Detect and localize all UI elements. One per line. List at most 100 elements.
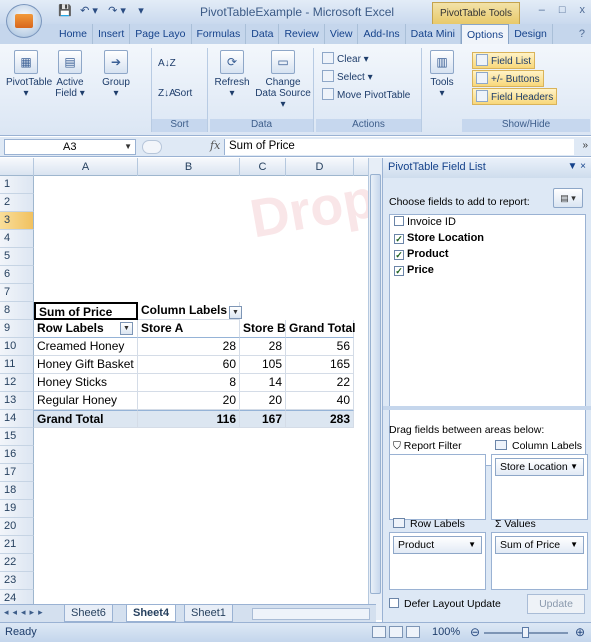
worksheet-grid[interactable]: A B C D 1 2 3 4 5 6 7 8 9 10 11 12 13 14 15 16 17 18 19 20 2… xyxy=(0,158,376,604)
tab-options[interactable]: Options xyxy=(461,24,510,44)
row-header-16[interactable]: 16 xyxy=(0,446,34,464)
buttons-toggle[interactable]: +/- Buttons xyxy=(472,70,544,87)
cell-b3[interactable]: Column Labels ▼ xyxy=(138,302,243,320)
cell-a4[interactable]: Row Labels ▼ xyxy=(34,320,138,338)
minimize-button[interactable]: – xyxy=(539,4,545,16)
row-field-chip[interactable]: Product ▼ xyxy=(393,536,482,554)
tab-insert[interactable]: Insert xyxy=(93,24,131,44)
chip-dropdown-icon[interactable]: ▼ xyxy=(570,459,578,475)
scrollbar-thumb[interactable] xyxy=(370,174,381,594)
row-header-1[interactable]: 1 xyxy=(0,176,34,194)
row-label-cell[interactable]: Creamed Honey xyxy=(34,338,138,356)
grand-total-store-b[interactable]: 167 xyxy=(240,410,286,428)
group-button[interactable]: ➔ Group ▾ xyxy=(96,50,136,99)
row-header-21[interactable]: 21 xyxy=(0,536,34,554)
select-all-corner[interactable] xyxy=(0,158,34,176)
value-cell[interactable]: 165 xyxy=(286,356,354,374)
cell-b4[interactable]: Store A xyxy=(138,320,240,338)
tab-data[interactable]: Data xyxy=(246,24,280,44)
pane-close-icon[interactable]: ▼ × xyxy=(567,161,586,172)
normal-view-icon[interactable] xyxy=(372,626,386,638)
field-item[interactable]: ✓ Price xyxy=(390,263,585,279)
sheet-tab-sheet6[interactable]: Sheet6 xyxy=(64,605,113,622)
row-header-18[interactable]: 18 xyxy=(0,482,34,500)
sort-asc-button[interactable]: A↓Z xyxy=(158,58,176,69)
value-cell[interactable]: 105 xyxy=(240,356,286,374)
row-header-7[interactable]: 7 xyxy=(0,284,34,302)
tab-design[interactable]: Design xyxy=(509,24,553,44)
row-header-22[interactable]: 22 xyxy=(0,554,34,572)
horizontal-scrollbar[interactable] xyxy=(252,608,370,620)
office-button[interactable] xyxy=(6,4,42,38)
field-list-toggle[interactable]: Field List xyxy=(472,52,536,69)
update-button[interactable]: Update xyxy=(527,594,585,614)
report-filter-area[interactable] xyxy=(389,454,486,520)
value-cell[interactable]: 28 xyxy=(138,338,240,356)
move-pivottable-button[interactable]: Move PivotTable xyxy=(322,88,410,101)
sheet-nav-buttons[interactable]: ◂◂◂▸▸ xyxy=(4,607,47,618)
column-labels-area[interactable]: Store Location ▼ xyxy=(491,454,588,520)
column-header-a[interactable]: A xyxy=(34,158,138,176)
row-header-3[interactable]: 3 xyxy=(0,212,34,230)
active-field-button[interactable]: ▤ Active Field ▾ xyxy=(48,50,92,99)
row-header-15[interactable]: 15 xyxy=(0,428,34,446)
vertical-scrollbar[interactable] xyxy=(368,158,382,620)
field-item[interactable]: ✓ Store Location xyxy=(390,231,585,247)
page-layout-view-icon[interactable] xyxy=(389,626,403,638)
row-header-12[interactable]: 12 xyxy=(0,374,34,392)
clear-button[interactable]: Clear ▾ xyxy=(322,52,369,65)
zoom-slider[interactable]: ⊖ ⊕ xyxy=(470,625,585,640)
column-header-c[interactable]: C xyxy=(240,158,286,176)
tab-home[interactable]: Home xyxy=(54,24,94,44)
field-list-layout-button[interactable]: ▤ ▾ xyxy=(553,188,583,208)
name-box[interactable]: A3 ▼ xyxy=(4,139,136,155)
redo-icon[interactable]: ↷ ▾ xyxy=(106,4,128,18)
values-area[interactable]: Sum of Price ▼ xyxy=(491,532,588,590)
field-checkbox[interactable]: ✓ xyxy=(394,266,404,276)
value-cell[interactable]: 8 xyxy=(138,374,240,392)
formula-buttons[interactable] xyxy=(142,140,162,154)
grand-total-store-a[interactable]: 116 xyxy=(138,410,240,428)
zoom-in-icon[interactable]: ⊕ xyxy=(575,625,585,639)
row-header-10[interactable]: 10 xyxy=(0,338,34,356)
formula-input[interactable]: Sum of Price xyxy=(224,139,574,155)
page-break-view-icon[interactable] xyxy=(406,626,420,638)
value-cell[interactable]: 14 xyxy=(240,374,286,392)
defer-checkbox[interactable] xyxy=(389,598,399,608)
chip-dropdown-icon[interactable]: ▼ xyxy=(570,537,578,553)
refresh-button[interactable]: ⟳ Refresh ▾ xyxy=(212,50,252,99)
tab-page-layout[interactable]: Page Layo xyxy=(130,24,192,44)
row-header-8[interactable]: 8 xyxy=(0,302,34,320)
maximize-button[interactable]: □ xyxy=(559,4,566,16)
sort-button[interactable]: Sort xyxy=(174,88,192,99)
value-cell[interactable]: 20 xyxy=(138,392,240,410)
tab-view[interactable]: View xyxy=(325,24,359,44)
pane-splitter[interactable] xyxy=(383,406,591,410)
column-field-chip[interactable]: Store Location ▼ xyxy=(495,458,584,476)
select-button[interactable]: Select ▾ xyxy=(322,70,373,83)
tools-button[interactable]: ▥ Tools ▾ xyxy=(426,50,458,99)
field-item[interactable]: Invoice ID xyxy=(390,215,585,231)
row-header-20[interactable]: 20 xyxy=(0,518,34,536)
undo-icon[interactable]: ↶ ▾ xyxy=(78,4,100,18)
zoom-out-icon[interactable]: ⊖ xyxy=(470,625,480,639)
value-cell[interactable]: 28 xyxy=(240,338,286,356)
row-labels-area[interactable]: Product ▼ xyxy=(389,532,486,590)
column-header-b[interactable]: B xyxy=(138,158,240,176)
row-header-9[interactable]: 9 xyxy=(0,320,34,338)
row-header-17[interactable]: 17 xyxy=(0,464,34,482)
row-header-4[interactable]: 4 xyxy=(0,230,34,248)
row-header-23[interactable]: 23 xyxy=(0,572,34,590)
cell-d4[interactable]: Grand Total xyxy=(286,320,355,338)
row-header-14[interactable]: 14 xyxy=(0,410,34,428)
row-labels-filter-icon[interactable]: ▼ xyxy=(120,322,133,335)
grand-total-label[interactable]: Grand Total xyxy=(34,410,138,428)
value-cell[interactable]: 22 xyxy=(286,374,354,392)
customize-qat-icon[interactable]: ▾ xyxy=(134,4,148,18)
field-checkbox[interactable]: ✓ xyxy=(394,234,404,244)
row-header-11[interactable]: 11 xyxy=(0,356,34,374)
insert-function-icon[interactable]: fx xyxy=(210,139,220,152)
field-checkbox[interactable]: ✓ xyxy=(394,250,404,260)
grand-total-grand[interactable]: 283 xyxy=(286,410,354,428)
name-box-dropdown-icon[interactable]: ▼ xyxy=(124,140,132,154)
